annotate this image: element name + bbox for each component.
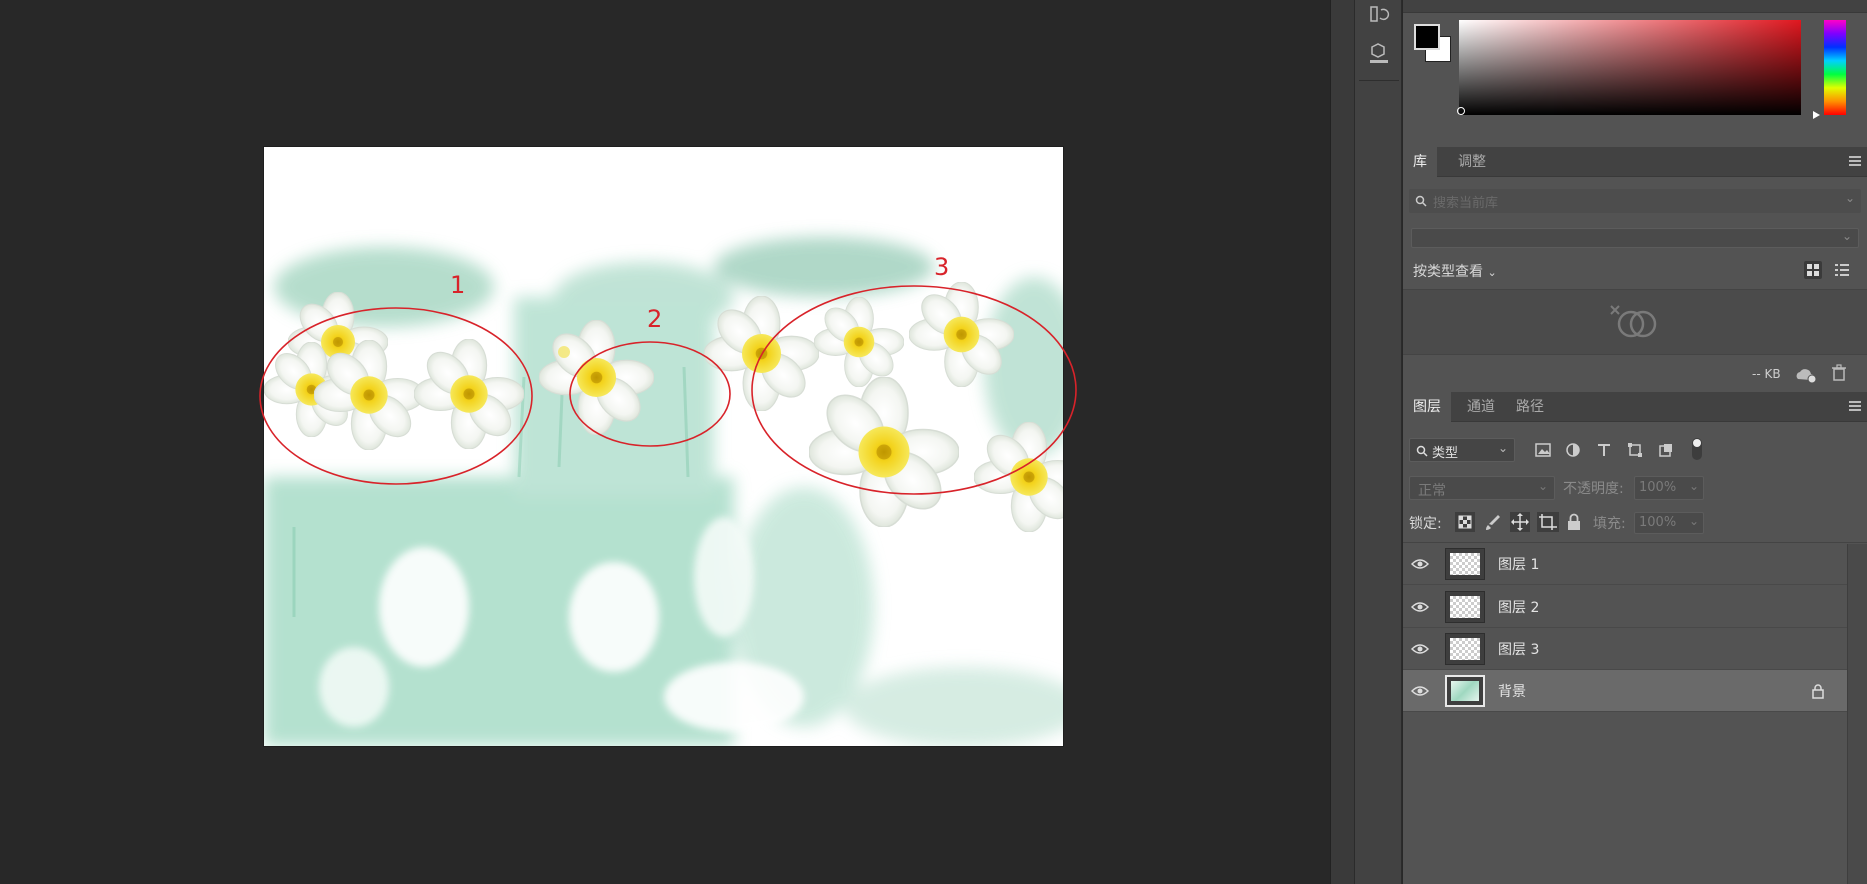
layer-row[interactable]: 图层 2 xyxy=(1403,586,1847,628)
creative-cloud-offline-icon xyxy=(1610,305,1657,338)
view-by-type-dropdown[interactable]: 按类型查看 ⌄ xyxy=(1413,261,1497,281)
libraries-menu-icon[interactable] xyxy=(1849,156,1861,166)
filter-adjustment-icon[interactable] xyxy=(1565,442,1581,458)
cloud-sync-icon[interactable] xyxy=(1793,366,1819,384)
panel-dock-edge xyxy=(1330,0,1354,884)
annotation-ellipse-1 xyxy=(259,307,533,485)
tab-layers[interactable]: 图层 xyxy=(1403,392,1451,422)
chevron-down-icon: ⌄ xyxy=(1537,479,1548,493)
library-search-placeholder: 搜索当前库 xyxy=(1433,196,1499,211)
lock-image-pixels-icon[interactable] xyxy=(1483,512,1503,532)
trash-icon[interactable] xyxy=(1831,364,1847,382)
grid-view-icon[interactable] xyxy=(1804,261,1822,279)
chevron-down-icon: ⌄ xyxy=(1841,229,1852,243)
hue-slider[interactable] xyxy=(1824,20,1846,115)
3d-icon[interactable] xyxy=(1361,40,1397,70)
color-panel xyxy=(1403,0,1867,144)
layer-row[interactable]: 图层 1 xyxy=(1403,543,1847,585)
libraries-panel: 库 调整 搜索当前库 ⌄ ⌄ 按类型查看 ⌄ -- KB xyxy=(1403,147,1867,387)
library-content-area xyxy=(1403,289,1867,355)
layer-name[interactable]: 图层 2 xyxy=(1498,597,1539,617)
history-icon[interactable] xyxy=(1361,0,1397,30)
layers-panel: 图层 通道 路径 类型 ⌄ 正常 ⌄ 不透明度: 100% ⌄ 锁定: 填充: … xyxy=(1403,392,1867,884)
filter-smart-object-icon[interactable] xyxy=(1658,442,1674,458)
layer-filter-label: 类型 xyxy=(1432,446,1459,461)
annotation-label-3: 3 xyxy=(934,253,950,281)
chevron-down-icon: ⌄ xyxy=(1497,441,1508,455)
visibility-eye-icon[interactable] xyxy=(1411,555,1429,573)
layers-scrollbar[interactable] xyxy=(1847,544,1867,884)
search-icon xyxy=(1416,445,1428,457)
layer-name[interactable]: 图层 1 xyxy=(1498,554,1539,574)
panel-icon-strip xyxy=(1354,0,1402,884)
opacity-value: 100% xyxy=(1639,480,1677,495)
hue-slider-handle[interactable] xyxy=(1813,111,1820,119)
library-select-dropdown[interactable]: ⌄ xyxy=(1411,228,1859,248)
strip-divider xyxy=(1359,80,1399,81)
opacity-label: 不透明度: xyxy=(1563,481,1624,497)
fill-label: 填充: xyxy=(1593,516,1626,532)
filter-type-icon[interactable] xyxy=(1596,442,1612,458)
annotation-overlay xyxy=(259,285,1077,495)
libraries-tabbar: 库 调整 xyxy=(1403,147,1867,177)
lock-position-icon[interactable] xyxy=(1510,512,1530,532)
view-by-type-label: 按类型查看 xyxy=(1413,264,1483,280)
layers-tabbar: 图层 通道 路径 xyxy=(1403,392,1867,422)
layer-thumbnail xyxy=(1445,675,1485,707)
list-view-icon[interactable] xyxy=(1833,261,1851,279)
layer-thumbnail xyxy=(1445,548,1485,580)
search-icon xyxy=(1415,195,1427,207)
tab-adjustments[interactable]: 调整 xyxy=(1448,147,1496,177)
filter-shape-icon[interactable] xyxy=(1627,442,1643,458)
chevron-down-icon: ⌄ xyxy=(1844,191,1855,205)
fill-value: 100% xyxy=(1639,515,1677,530)
layers-menu-icon[interactable] xyxy=(1849,401,1861,411)
right-panels: 库 调整 搜索当前库 ⌄ ⌄ 按类型查看 ⌄ -- KB 图层 通道 路径 类型… xyxy=(1403,0,1867,884)
annotation-ellipse-3 xyxy=(751,285,1077,495)
filter-pixel-icon[interactable] xyxy=(1534,442,1552,458)
canvas-workspace[interactable]: 1 2 3 xyxy=(0,0,1330,884)
layer-name[interactable]: 背景 xyxy=(1498,681,1526,701)
blend-mode-value: 正常 xyxy=(1418,483,1446,499)
chevron-down-icon: ⌄ xyxy=(1688,479,1699,493)
filter-toggle[interactable] xyxy=(1692,438,1702,460)
lock-all-icon[interactable] xyxy=(1566,512,1582,532)
tab-paths[interactable]: 路径 xyxy=(1506,392,1554,422)
foreground-color-swatch[interactable] xyxy=(1414,24,1440,50)
opacity-input[interactable]: 100% ⌄ xyxy=(1634,476,1704,500)
annotation-label-1: 1 xyxy=(450,271,466,299)
layer-thumbnail xyxy=(1445,633,1485,665)
lock-artboard-icon[interactable] xyxy=(1537,512,1559,532)
filter-toggle-knob xyxy=(1693,439,1701,447)
visibility-eye-icon[interactable] xyxy=(1411,640,1429,658)
chevron-down-icon: ⌄ xyxy=(1487,266,1497,279)
chevron-down-icon: ⌄ xyxy=(1688,514,1699,528)
layer-row-selected[interactable]: 背景 xyxy=(1403,670,1847,712)
layer-row[interactable]: 图层 3 xyxy=(1403,628,1847,670)
color-picker-marker[interactable] xyxy=(1457,107,1465,115)
tab-libraries[interactable]: 库 xyxy=(1403,147,1437,177)
visibility-eye-icon[interactable] xyxy=(1411,598,1429,616)
document-canvas[interactable]: 1 2 3 xyxy=(259,147,1077,746)
layer-name[interactable]: 图层 3 xyxy=(1498,639,1539,659)
blend-mode-dropdown[interactable]: 正常 ⌄ xyxy=(1409,476,1555,500)
photoshop-window: 1 2 3 库 调整 搜索当前库 ⌄ ⌄ 按类型查看 ⌄ -- KB 图层 通道… xyxy=(0,0,1867,884)
library-search-input[interactable]: 搜索当前库 ⌄ xyxy=(1409,189,1861,213)
library-storage-label: -- KB xyxy=(1752,367,1781,381)
saturation-brightness-field[interactable] xyxy=(1459,20,1801,115)
layer-lock-icon xyxy=(1812,684,1824,699)
annotation-ellipse-2 xyxy=(569,341,731,447)
fill-input[interactable]: 100% ⌄ xyxy=(1634,512,1704,534)
annotation-label-2: 2 xyxy=(647,305,663,333)
layer-filter-dropdown[interactable]: 类型 ⌄ xyxy=(1409,438,1515,462)
color-panel-tabbar xyxy=(1403,0,1867,13)
layer-thumbnail xyxy=(1445,591,1485,623)
lock-label: 锁定: xyxy=(1409,516,1442,532)
lock-transparent-pixels-icon[interactable] xyxy=(1455,512,1475,532)
visibility-eye-icon[interactable] xyxy=(1411,682,1429,700)
tab-channels[interactable]: 通道 xyxy=(1457,392,1505,422)
